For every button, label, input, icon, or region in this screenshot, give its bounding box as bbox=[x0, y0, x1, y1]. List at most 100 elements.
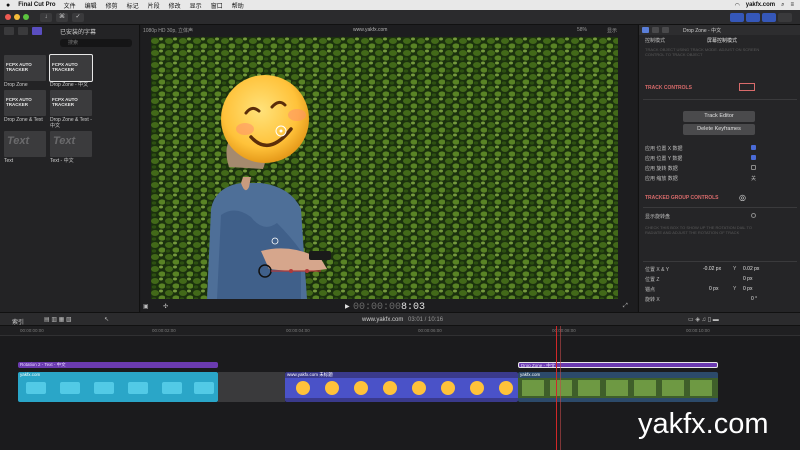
menu-help[interactable]: 帮助 bbox=[232, 1, 244, 10]
video-clip-2[interactable]: www.yakfx.com 未标题 bbox=[285, 372, 518, 402]
apply-rotation-checkbox[interactable] bbox=[751, 165, 756, 170]
watermark: yakfx.com bbox=[638, 408, 769, 440]
menu-edit[interactable]: 编辑 bbox=[85, 1, 97, 10]
timeline-duration: 03:01 / 10:16 bbox=[408, 317, 444, 323]
title-thumbnail: FCPX AUTO TRACKER bbox=[4, 90, 46, 116]
apply-scale-label: 应用 缩放 数据 bbox=[645, 176, 678, 182]
browser-toggle-icon[interactable] bbox=[730, 13, 744, 22]
timeline-header: 索引 ▤ ▥ ▦ ▧ ↖ www.yakfx.com 03:01 / 10:16… bbox=[0, 312, 800, 326]
playhead[interactable] bbox=[556, 326, 557, 450]
video-clip-1[interactable]: yakfx.com bbox=[18, 372, 218, 402]
title-tile-text[interactable]: Text Text bbox=[4, 131, 46, 164]
title-tile-drop-zone[interactable]: FCPX AUTO TRACKER Drop Zone bbox=[4, 55, 46, 88]
search-icon[interactable]: ⌕ bbox=[781, 2, 784, 9]
toolbar: ↓ ⌘ ✓ bbox=[0, 10, 800, 25]
transform-tool-icon[interactable]: ▣ bbox=[143, 303, 149, 310]
select-tool-icon[interactable]: ↖ bbox=[104, 316, 109, 323]
position-z-value[interactable]: 0 px bbox=[743, 276, 752, 282]
inspector: Drop Zone - 中文 控制模式 屏幕控制模式 TRACK OBJECT … bbox=[638, 25, 800, 312]
show-rotation-checkbox[interactable] bbox=[751, 213, 756, 218]
gap-clip[interactable] bbox=[218, 372, 285, 402]
video-inspector-icon[interactable] bbox=[652, 27, 659, 33]
menu-view[interactable]: 显示 bbox=[190, 1, 202, 10]
title-thumbnail: FCPX AUTO TRACKER bbox=[50, 90, 92, 116]
position-x-value[interactable]: -0.02 px bbox=[703, 266, 721, 272]
titles-browser: 已安装的字幕 搜索 FCPX AUTO TRACKER Drop Zone FC… bbox=[0, 25, 140, 312]
play-button[interactable]: ▶ bbox=[345, 303, 350, 310]
title-tile-drop-zone-text[interactable]: FCPX AUTO TRACKER Drop Zone & Text bbox=[4, 90, 46, 129]
title-tile-drop-zone-text-cn[interactable]: FCPX AUTO TRACKER Drop Zone & Text - 中文 bbox=[50, 90, 92, 129]
background-tasks-icon[interactable]: ✓ bbox=[72, 13, 84, 22]
delete-keyframes-button[interactable]: Delete Keyframes bbox=[683, 124, 755, 135]
anchor-y-value[interactable]: 0 px bbox=[743, 286, 752, 292]
control-mode-select[interactable]: 屏幕控制模式 bbox=[707, 37, 737, 44]
titles-grid: FCPX AUTO TRACKER Drop Zone FCPX AUTO TR… bbox=[4, 54, 93, 164]
track-editor-button[interactable]: Track Editor bbox=[683, 111, 755, 122]
menu-clip[interactable]: 片段 bbox=[148, 1, 160, 10]
status-area: ◠ yakfx.com ⌕ ≡ bbox=[735, 0, 795, 10]
video-image bbox=[151, 37, 618, 299]
target-icon[interactable]: ◎ bbox=[739, 193, 746, 202]
timeline-toggle-icon[interactable] bbox=[746, 13, 760, 22]
browser-title[interactable]: 已安装的字幕 bbox=[60, 27, 96, 36]
rotation-hint: CHECK THIS BOX TO SHOW UP THE ROTATION D… bbox=[645, 225, 752, 235]
title-clip-drop-zone[interactable]: Drop Zone - 中文 bbox=[518, 362, 718, 368]
keyword-button[interactable]: ⌘ bbox=[56, 13, 68, 22]
titles-generators-icon[interactable] bbox=[32, 27, 42, 35]
menu-list-icon[interactable]: ≡ bbox=[790, 2, 794, 8]
apply-x-checkbox[interactable] bbox=[751, 145, 756, 150]
title-tile-drop-zone-cn[interactable]: FCPX AUTO TRACKER Drop Zone - 中文 bbox=[49, 54, 93, 88]
libraries-icon[interactable] bbox=[4, 27, 14, 35]
title-thumbnail: Text bbox=[4, 131, 46, 157]
index-button[interactable]: 索引 bbox=[12, 317, 24, 326]
title-tile-text-cn[interactable]: Text Text - 中文 bbox=[50, 131, 92, 164]
search-input[interactable]: 搜索 bbox=[60, 39, 132, 47]
info-inspector-icon[interactable] bbox=[662, 27, 669, 33]
apple-icon[interactable]: ● bbox=[6, 2, 10, 9]
zoom-button[interactable] bbox=[23, 14, 29, 20]
share-icon[interactable] bbox=[778, 13, 792, 22]
ruler-tick: 00:00:06:00 bbox=[418, 328, 442, 333]
zoom-menu[interactable]: 58% bbox=[577, 27, 587, 33]
viewer-project-name: www.yakfx.com bbox=[353, 27, 388, 33]
track-keyframe-icon[interactable] bbox=[739, 83, 755, 91]
timeline-view-icons[interactable]: ▭ ◈ ♫ ▯ ▬ bbox=[688, 316, 719, 323]
inspector-toggle-icon[interactable] bbox=[762, 13, 776, 22]
window-controls bbox=[5, 14, 29, 20]
final-cut-pro-window: ● Final Cut Pro 文件 编辑 修剪 标记 片段 修改 显示 窗口 … bbox=[0, 0, 800, 450]
clip-filmstrip bbox=[26, 382, 214, 394]
ruler-tick: 00:00:02:00 bbox=[152, 328, 176, 333]
close-button[interactable] bbox=[5, 14, 11, 20]
title-inspector-icon[interactable] bbox=[642, 27, 649, 33]
rotation-x-value[interactable]: 0 ° bbox=[751, 296, 757, 302]
position-y-value[interactable]: 0.02 px bbox=[743, 266, 759, 272]
menu-trim[interactable]: 修剪 bbox=[106, 1, 118, 10]
retime-icon[interactable]: ✣ bbox=[163, 303, 168, 310]
apply-scale-value[interactable]: 关 bbox=[751, 175, 756, 182]
title-thumbnail: FCPX AUTO TRACKER bbox=[4, 55, 46, 81]
minimize-button[interactable] bbox=[14, 14, 20, 20]
rotation-x-label: 旋转 X bbox=[645, 297, 660, 303]
menu-file[interactable]: 文件 bbox=[64, 1, 76, 10]
viewer: 1080p HD 30p, 立体声 www.yakfx.com 58% 显示 ▣… bbox=[141, 25, 637, 313]
wifi-icon[interactable]: ◠ bbox=[735, 2, 740, 9]
import-icon[interactable]: ↓ bbox=[40, 13, 52, 22]
app-name-menu[interactable]: Final Cut Pro bbox=[18, 2, 55, 8]
track-hint: TRACK OBJECT USING TRACK MODE. ADJUST ON… bbox=[645, 47, 760, 57]
video-frame[interactable] bbox=[151, 37, 618, 299]
timeline-tools-icon[interactable]: ▤ ▥ ▦ ▧ bbox=[44, 316, 72, 323]
menu-bar: ● Final Cut Pro 文件 编辑 修剪 标记 片段 修改 显示 窗口 … bbox=[0, 0, 800, 10]
format-label: 1080p HD 30p, 立体声 bbox=[143, 27, 194, 34]
view-options-menu[interactable]: 显示 bbox=[607, 27, 617, 34]
photos-audio-icon[interactable] bbox=[18, 27, 28, 35]
title-clip-rotation[interactable]: Rotation 2 - Text - 中文 bbox=[18, 362, 218, 368]
apply-y-checkbox[interactable] bbox=[751, 155, 756, 160]
viewer-header: 1080p HD 30p, 立体声 www.yakfx.com 58% 显示 bbox=[141, 25, 637, 35]
menu-modify[interactable]: 修改 bbox=[169, 1, 181, 10]
menu-mark[interactable]: 标记 bbox=[127, 1, 139, 10]
timeline-ruler[interactable]: 00:00:00:00 00:00:02:00 00:00:04:00 00:0… bbox=[0, 326, 800, 336]
fullscreen-icon[interactable]: ⤢ bbox=[623, 303, 628, 310]
anchor-x-value[interactable]: 0 px bbox=[709, 286, 718, 292]
video-clip-3[interactable]: yakfx.com bbox=[518, 372, 718, 402]
menu-window[interactable]: 窗口 bbox=[211, 1, 223, 10]
